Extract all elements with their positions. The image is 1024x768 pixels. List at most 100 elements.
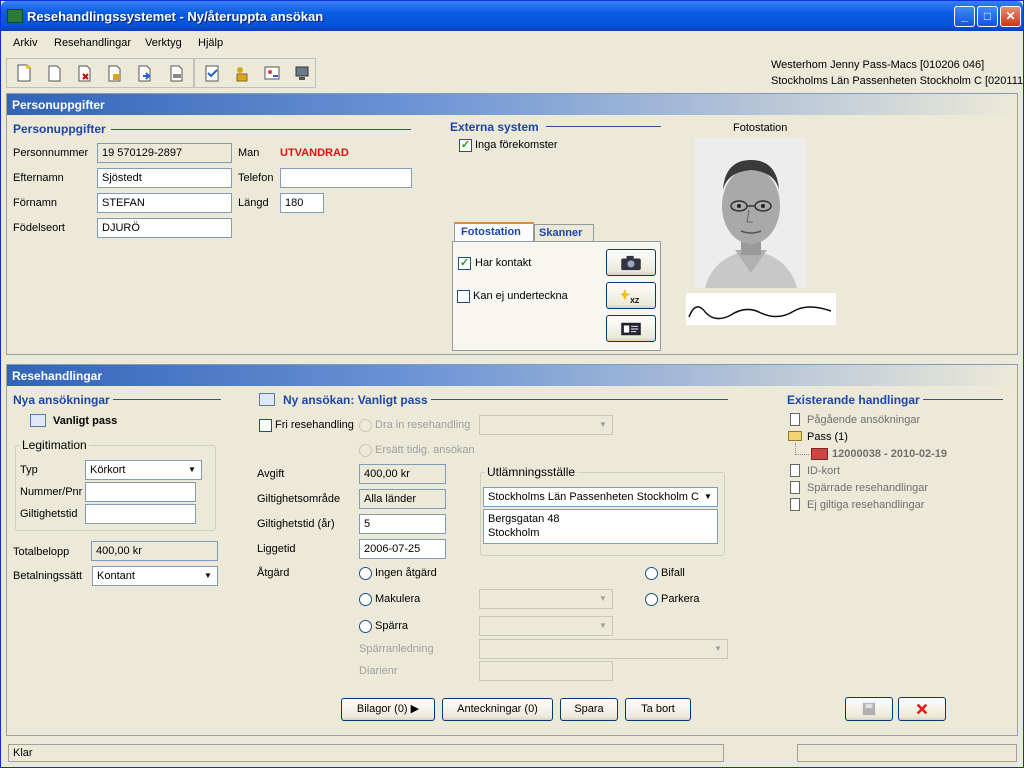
fornamn-field[interactable]: STEFAN bbox=[97, 193, 232, 213]
dra-in-select[interactable]: ▼ bbox=[479, 415, 613, 435]
chevron-down-icon: ▼ bbox=[599, 420, 607, 429]
tree-connector bbox=[795, 443, 809, 455]
omrade-field: Alla länder bbox=[359, 489, 446, 509]
diarienr-field[interactable] bbox=[479, 661, 613, 681]
cancel-button[interactable] bbox=[898, 697, 946, 721]
vanligt-pass-item[interactable]: Vanligt pass bbox=[53, 415, 117, 427]
maximize-button[interactable]: □ bbox=[977, 6, 998, 27]
save-disk-button[interactable] bbox=[845, 697, 893, 721]
application-card-icon bbox=[259, 393, 275, 406]
camera-icon bbox=[621, 255, 641, 271]
ersatt-radio[interactable] bbox=[359, 444, 372, 457]
spara-button[interactable]: Spara bbox=[560, 698, 618, 721]
tree-pass[interactable]: Pass (1) bbox=[807, 431, 848, 443]
nummer-field[interactable] bbox=[85, 482, 196, 502]
chevron-down-icon: ▼ bbox=[599, 594, 607, 603]
utlamning-select-value: Stockholms Län Passenheten Stockholm C bbox=[488, 491, 699, 503]
open-folder-icon bbox=[788, 431, 802, 441]
tree-pagaende[interactable]: Pågående ansökningar bbox=[807, 414, 920, 426]
makulera-select[interactable]: ▼ bbox=[479, 589, 613, 609]
kan-ej-underteckna-label: Kan ej underteckna bbox=[473, 290, 568, 302]
dra-in-radio[interactable] bbox=[359, 419, 372, 432]
status-bar-text: Klar bbox=[8, 744, 724, 762]
tree-sparrade[interactable]: Spärrade resehandlingar bbox=[807, 482, 928, 494]
kan-ej-underteckna-checkbox[interactable] bbox=[457, 290, 470, 303]
diarienr-label: Diarienr bbox=[359, 665, 398, 677]
computer-icon[interactable] bbox=[290, 61, 312, 83]
ny-ansokan-line bbox=[431, 399, 728, 400]
efternamn-field[interactable]: Sjöstedt bbox=[97, 168, 232, 188]
inga-forekomster-checkbox[interactable]: ✓ bbox=[459, 139, 472, 152]
menu-resehandlingar[interactable]: Resehandlingar bbox=[54, 37, 131, 49]
utlamning-select[interactable]: Stockholms Län Passenheten Stockholm C ▼ bbox=[483, 487, 718, 507]
id-card-button[interactable] bbox=[606, 315, 656, 342]
camera-button[interactable] bbox=[606, 249, 656, 276]
langd-label: Längd bbox=[238, 197, 269, 209]
ersatt-label: Ersätt tidig. ansökan bbox=[375, 444, 475, 456]
address-line2: Stockholm bbox=[488, 527, 540, 539]
tab-skanner-label: Skanner bbox=[539, 227, 583, 239]
har-kontakt-checkbox[interactable]: ✓ bbox=[458, 257, 471, 270]
anteckningar-button[interactable]: Anteckningar (0) bbox=[442, 698, 553, 721]
fornamn-label: Förnamn bbox=[13, 197, 58, 209]
document-icon bbox=[790, 481, 800, 494]
menu-verktyg[interactable]: Verktyg bbox=[145, 37, 182, 49]
signature-capture-button[interactable]: XZ bbox=[606, 282, 656, 309]
print-document-icon[interactable] bbox=[164, 61, 186, 83]
chevron-down-icon: ▼ bbox=[204, 571, 212, 580]
document-icon bbox=[790, 498, 800, 511]
play-arrow-icon: ▶ bbox=[410, 703, 420, 715]
close-window-button[interactable]: ✕ bbox=[1000, 6, 1021, 27]
ingen-atgard-radio[interactable] bbox=[359, 567, 372, 580]
tree-pass-item[interactable]: 12000038 - 2010-02-19 bbox=[832, 448, 947, 460]
fri-resehandling-checkbox[interactable] bbox=[259, 419, 272, 432]
fodelseort-field[interactable]: DJURÖ bbox=[97, 218, 232, 238]
parkera-radio[interactable] bbox=[645, 593, 658, 606]
typ-label: Typ bbox=[20, 464, 38, 476]
lock-document-icon[interactable] bbox=[102, 61, 124, 83]
sparra-select[interactable]: ▼ bbox=[479, 616, 613, 636]
photo-card-icon[interactable] bbox=[260, 61, 282, 83]
parkera-label: Parkera bbox=[661, 593, 700, 605]
user-lock-icon[interactable] bbox=[230, 61, 252, 83]
dra-in-label: Dra in resehandling bbox=[375, 419, 471, 431]
sparra-radio[interactable] bbox=[359, 620, 372, 633]
menu-arkiv[interactable]: Arkiv bbox=[13, 37, 37, 49]
liggetid-field[interactable]: 2006-07-25 bbox=[359, 539, 446, 559]
copy-document-icon[interactable] bbox=[42, 61, 64, 83]
giltighetstid-field[interactable] bbox=[85, 504, 196, 524]
bilagor-button[interactable]: Bilagor (0) ▶ bbox=[341, 698, 435, 721]
personnummer-label: Personnummer bbox=[13, 147, 89, 159]
betalningssatt-select[interactable]: Kontant ▼ bbox=[92, 566, 218, 586]
new-document-icon[interactable] bbox=[12, 61, 34, 83]
status-bar-progress bbox=[797, 744, 1017, 762]
chevron-down-icon: ▼ bbox=[714, 644, 722, 653]
bifall-radio[interactable] bbox=[645, 567, 658, 580]
efternamn-label: Efternamn bbox=[13, 172, 64, 184]
id-card-icon bbox=[621, 322, 641, 336]
forward-document-icon[interactable] bbox=[132, 61, 154, 83]
passport-card-icon bbox=[30, 414, 46, 427]
delete-document-icon[interactable] bbox=[72, 61, 94, 83]
makulera-radio[interactable] bbox=[359, 593, 372, 606]
ta-bort-button[interactable]: Ta bort bbox=[625, 698, 691, 721]
atgard-label: Åtgärd bbox=[257, 567, 290, 579]
minimize-button[interactable]: _ bbox=[954, 6, 975, 27]
checklist-icon[interactable] bbox=[200, 61, 222, 83]
window-title: Resehandlingssystemet - Ny/återuppta ans… bbox=[27, 9, 324, 24]
langd-field[interactable]: 180 bbox=[280, 193, 324, 213]
utlamning-title: Utlämningsställe bbox=[485, 465, 578, 479]
sparranledning-select[interactable]: ▼ bbox=[479, 639, 728, 659]
giltighetstid-ar-field[interactable]: 5 bbox=[359, 514, 446, 534]
giltighetstid-ar-label: Giltighetstid (år) bbox=[257, 518, 335, 530]
title-bar[interactable]: Resehandlingssystemet - Ny/återuppta ans… bbox=[1, 1, 1023, 31]
avgift-label: Avgift bbox=[257, 468, 285, 480]
menu-hjalp[interactable]: Hjälp bbox=[198, 37, 223, 49]
user-info-line1: Westerhom Jenny Pass-Macs [010206 046] bbox=[771, 59, 985, 71]
tree-idkort[interactable]: ID-kort bbox=[807, 465, 840, 477]
tree-ej-giltiga[interactable]: Ej giltiga resehandlingar bbox=[807, 499, 924, 511]
typ-select[interactable]: Körkort ▼ bbox=[85, 460, 202, 480]
user-info-line2: Stockholms Län Passenheten Stockholm C [… bbox=[771, 75, 1024, 87]
person-section-title: Personuppgifter bbox=[13, 122, 106, 136]
telefon-field[interactable] bbox=[280, 168, 412, 188]
